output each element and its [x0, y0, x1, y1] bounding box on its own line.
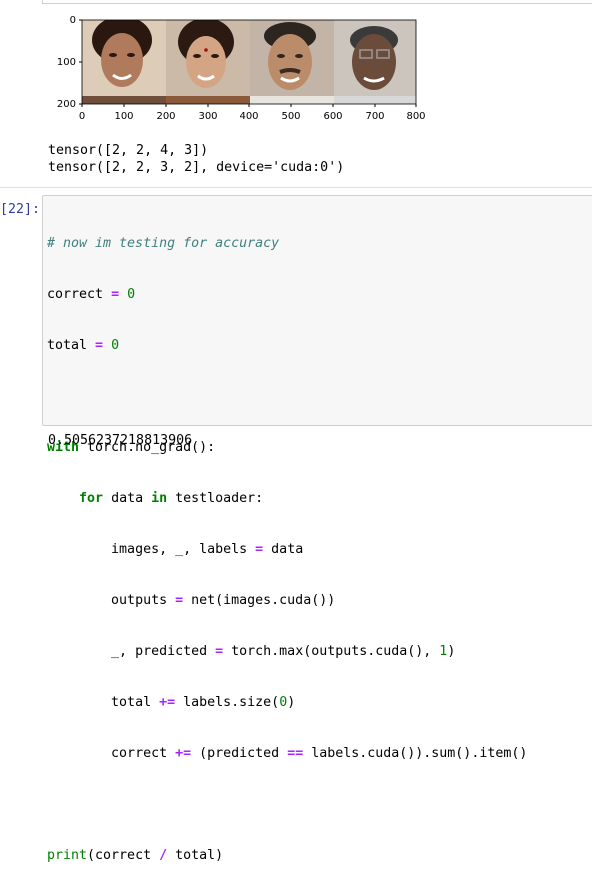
- code-token: torch.max(outputs.cuda(),: [223, 644, 440, 659]
- code-builtin: print: [47, 848, 88, 863]
- face-grid-plot: 0 100 200 0 100 200 300 400 500 600 700 …: [57, 15, 426, 122]
- code-line: outputs = net(images.cuda()): [47, 592, 527, 609]
- code-operator: /: [159, 848, 168, 863]
- code-token: data: [263, 542, 304, 557]
- code-number: 0: [127, 287, 136, 302]
- code-operator: +=: [159, 695, 176, 710]
- code-token: data: [103, 491, 152, 506]
- execution-count-prompt: [22]:: [0, 202, 41, 217]
- code-number: 1: [439, 644, 448, 659]
- code-operator: =: [215, 644, 224, 659]
- code-token: correct: [111, 746, 176, 761]
- x-tick-label: 800: [406, 111, 425, 122]
- code-comment: # now im testing for accuracy: [47, 236, 280, 251]
- code-token: ): [287, 695, 296, 710]
- y-tick-label: 200: [57, 99, 76, 110]
- code-token: _, predicted: [111, 644, 216, 659]
- code-line: images, _, labels = data: [47, 541, 527, 558]
- code-number: 0: [279, 695, 288, 710]
- code-token: labels.cuda()).sum().item(): [303, 746, 528, 761]
- output-line: tensor([2, 2, 4, 3]): [48, 143, 209, 158]
- x-tick-label: 0: [79, 111, 85, 122]
- code-block[interactable]: # now im testing for accuracy correct = …: [47, 201, 527, 881]
- face-images: [82, 20, 416, 104]
- x-tick-label: 600: [323, 111, 342, 122]
- code-line: correct += (predicted == labels.cuda()).…: [47, 745, 527, 762]
- cell-output-result: 0.5056237218813906: [48, 433, 193, 448]
- code-keyword: for: [79, 491, 104, 506]
- code-line: print(correct / total): [47, 847, 527, 864]
- code-operator: =: [255, 542, 264, 557]
- code-operator: ==: [287, 746, 304, 761]
- code-token: (predicted: [191, 746, 288, 761]
- code-line: for data in testloader:: [47, 490, 527, 507]
- x-tick-label: 200: [156, 111, 175, 122]
- code-token: labels.size(: [175, 695, 280, 710]
- code-token: total: [111, 695, 160, 710]
- code-operator: =: [111, 287, 120, 302]
- code-keyword: in: [151, 491, 168, 506]
- face-image-3: [250, 20, 334, 104]
- code-token: images, _, labels: [111, 542, 256, 557]
- code-token: ): [447, 644, 456, 659]
- face-image-4: [334, 20, 416, 104]
- x-axis: 0 100 200 300 400 500 600 700 800: [79, 104, 426, 122]
- code-operator: +=: [175, 746, 192, 761]
- code-line: total = 0: [47, 337, 527, 354]
- code-token: outputs: [111, 593, 176, 608]
- code-line: correct = 0: [47, 286, 527, 303]
- code-line: # now im testing for accuracy: [47, 235, 527, 252]
- code-line: total += labels.size(0): [47, 694, 527, 711]
- output-line: tensor([2, 2, 3, 2], device='cuda:0'): [48, 160, 345, 175]
- code-token: total: [47, 338, 88, 353]
- code-token: correct: [47, 287, 104, 302]
- x-tick-label: 700: [365, 111, 384, 122]
- code-operator: =: [175, 593, 184, 608]
- face-image-1: [82, 20, 166, 104]
- code-number: 0: [111, 338, 120, 353]
- x-tick-label: 400: [239, 111, 258, 122]
- y-tick-label: 0: [70, 15, 76, 26]
- code-line: _, predicted = torch.max(outputs.cuda(),…: [47, 643, 527, 660]
- y-axis: 0 100 200: [57, 15, 82, 110]
- x-tick-label: 100: [114, 111, 133, 122]
- code-token: total): [167, 848, 224, 863]
- cell-divider: [0, 187, 592, 188]
- code-operator: =: [95, 338, 104, 353]
- code-token: testloader:: [167, 491, 264, 506]
- x-tick-label: 500: [281, 111, 300, 122]
- code-token: net(images.cuda()): [183, 593, 336, 608]
- face-image-2: [166, 20, 250, 104]
- x-tick-label: 300: [198, 111, 217, 122]
- code-token: (correct: [87, 848, 160, 863]
- y-tick-label: 100: [57, 57, 76, 68]
